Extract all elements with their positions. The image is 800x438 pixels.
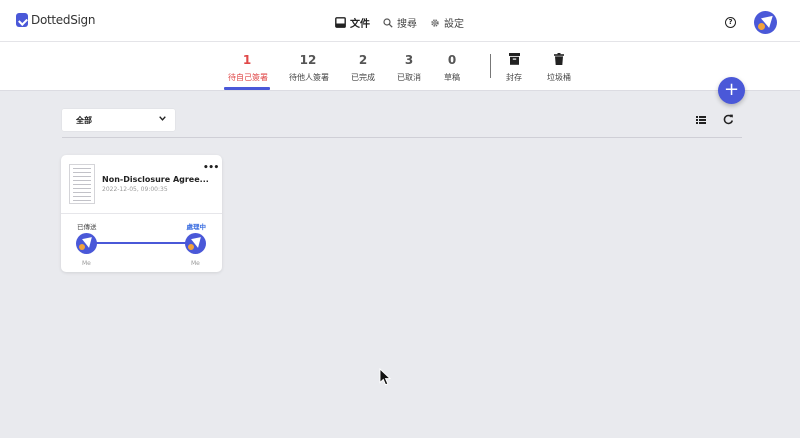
status-sent: 已傳送: [77, 223, 97, 231]
avatar-dot: [758, 23, 765, 30]
signer-avatar: [185, 233, 206, 254]
avatar-dot: [188, 244, 194, 250]
card-divider: [61, 213, 222, 214]
nav-settings-label: 設定: [444, 19, 464, 30]
logo-text: DottedSign: [31, 13, 96, 27]
document-thumbnail: [69, 164, 95, 204]
tab-completed[interactable]: 2 已完成: [351, 53, 375, 83]
document-card[interactable]: Non-Disclosure Agree... 2022-12-05, 09:0…: [61, 155, 222, 272]
tab-label: 垃圾桶: [547, 73, 571, 82]
refresh-icon[interactable]: [723, 114, 734, 125]
list-view-icon[interactable]: [696, 116, 706, 124]
signing-progress-line: [88, 242, 198, 244]
tab-label: 封存: [506, 73, 522, 82]
filter-dropdown[interactable]: 全部: [62, 109, 175, 131]
document-date: 2022-12-05, 09:00:35: [102, 186, 168, 193]
tab-trash[interactable]: 垃圾桶: [546, 53, 572, 83]
nav-documents[interactable]: 文件: [335, 15, 370, 30]
tab-count: 0: [447, 53, 457, 67]
tab-count: 3: [404, 53, 414, 67]
tab-label: 草稿: [444, 73, 460, 82]
trash-icon: [554, 53, 564, 65]
status-tabs: 1 待自己簽署 12 待他人簽署 2 已完成 3 已取消 0 草稿 封存 垃圾桶: [0, 42, 800, 91]
signer-label: Me: [191, 260, 200, 267]
nav-search-label: 搜尋: [397, 19, 417, 30]
tab-label: 待自己簽署: [228, 73, 268, 82]
app-logo[interactable]: DottedSign: [16, 13, 95, 27]
document-tray-icon: [335, 17, 346, 28]
sender-avatar: [76, 233, 97, 254]
more-options-button[interactable]: •••: [203, 163, 219, 173]
mouse-pointer-icon: [379, 368, 391, 386]
sender-label: Me: [82, 260, 91, 267]
chevron-down-icon: [159, 116, 166, 121]
top-bar: DottedSign 文件 搜尋 設定 ?: [0, 0, 800, 42]
tab-to-sign[interactable]: 1 待自己簽署: [224, 53, 270, 90]
gear-icon: [431, 18, 439, 27]
tab-count: 1: [242, 53, 252, 67]
document-title: Non-Disclosure Agree...: [102, 175, 209, 184]
tab-divider: [490, 54, 491, 78]
avatar-dot: [79, 244, 85, 250]
tab-cancelled[interactable]: 3 已取消: [397, 53, 421, 83]
tab-count: 2: [358, 53, 368, 67]
tab-archive[interactable]: 封存: [505, 53, 523, 83]
tab-label: 待他人簽署: [289, 73, 329, 82]
tab-label: 已取消: [397, 73, 421, 82]
nav-documents-label: 文件: [350, 19, 370, 30]
toolbar-divider: [62, 137, 742, 138]
tab-label: 已完成: [351, 73, 375, 82]
tab-waiting-others[interactable]: 12 待他人簽署: [289, 53, 329, 83]
logo-icon: [16, 13, 28, 27]
status-in-progress: 處理中: [186, 223, 207, 231]
filter-selected: 全部: [76, 116, 92, 125]
help-icon[interactable]: ?: [725, 17, 736, 28]
add-document-button[interactable]: +: [718, 77, 745, 104]
user-avatar[interactable]: [754, 11, 777, 34]
tab-drafts[interactable]: 0 草稿: [443, 53, 461, 83]
nav-search[interactable]: 搜尋: [383, 15, 417, 30]
nav-settings[interactable]: 設定: [430, 15, 464, 30]
tab-count: 12: [299, 53, 317, 67]
search-icon: [383, 17, 393, 28]
archive-icon: [508, 53, 520, 65]
